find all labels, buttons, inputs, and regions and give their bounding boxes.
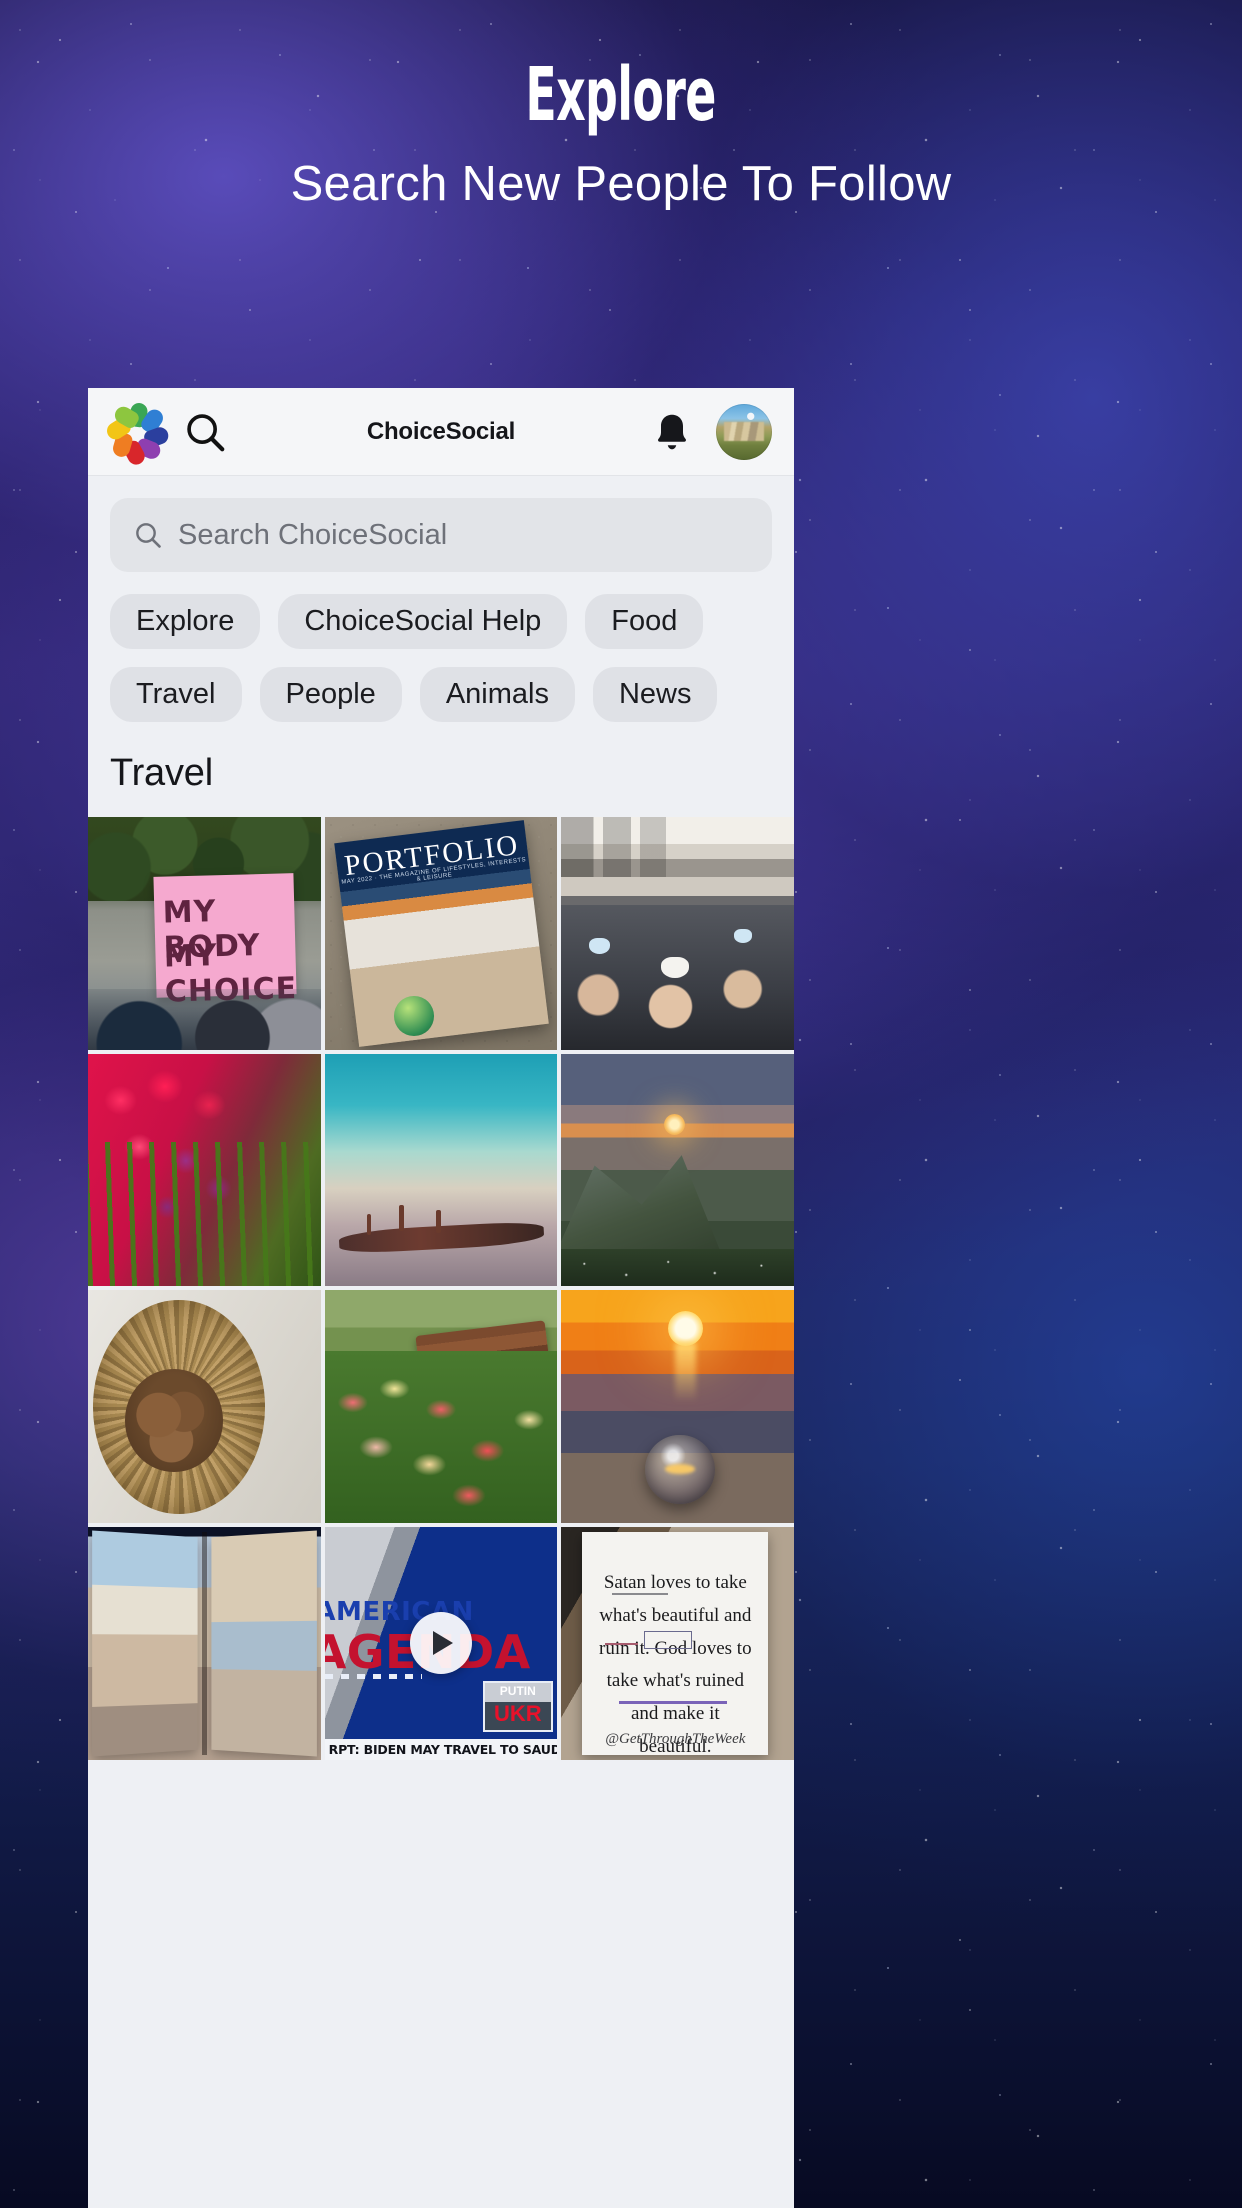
- chyron-text: RPT: BIDEN MAY TRAVEL TO SAUDI ARABIA FO…: [328, 1741, 558, 1757]
- grid-item-park-bench-tulips[interactable]: [324, 1290, 558, 1524]
- cabin-seats: [561, 905, 794, 1050]
- page-title: Explore: [525, 52, 717, 138]
- underline: [619, 1701, 728, 1705]
- chip-travel[interactable]: Travel: [110, 667, 242, 722]
- face-mask: [733, 928, 753, 943]
- search-placeholder: Search ChoiceSocial: [178, 518, 448, 551]
- corner-line-1: PUTIN: [499, 1684, 536, 1699]
- app-screenshot-frame: ChoiceSocial Search ChoiceSocial Explore…: [88, 388, 794, 2208]
- face-mask: [661, 956, 690, 978]
- hero-section: Explore Search New People To Follow: [0, 0, 1242, 212]
- app-header-actions: [650, 403, 772, 460]
- chip-animals[interactable]: Animals: [419, 667, 575, 722]
- quote-handle: @GetThroughTheWeek: [605, 1731, 746, 1748]
- chip-choicesocial-help[interactable]: ChoiceSocial Help: [278, 594, 568, 649]
- driftwood-twig: [366, 1214, 372, 1236]
- grid-item-portfolio-magazine[interactable]: PORTFOLIO MAY 2022 · THE MAGAZINE OF LIF…: [324, 817, 558, 1050]
- bird-chicks: [134, 1383, 214, 1463]
- tulip-stems: [88, 1142, 321, 1287]
- driftwood-twig: [399, 1204, 404, 1231]
- chip-food[interactable]: Food: [585, 594, 704, 649]
- grid-item-red-tulips[interactable]: [88, 1053, 321, 1287]
- white-flowers: [561, 1249, 794, 1287]
- paper-card: Satan loves to take what's beautiful and…: [582, 1531, 769, 1757]
- avatar[interactable]: [716, 403, 772, 460]
- green-ball: [394, 996, 434, 1036]
- bell-icon[interactable]: [650, 410, 694, 454]
- grid-item-magazine-spread[interactable]: [88, 1527, 321, 1760]
- magazine-left-page: [91, 1530, 198, 1757]
- chip-explore[interactable]: Explore: [110, 594, 261, 649]
- overhead-bins: [561, 817, 794, 878]
- search-icon[interactable]: [182, 409, 228, 455]
- highlight-box: [643, 1631, 693, 1649]
- section-title: Travel: [110, 752, 213, 794]
- driftwood-twig: [436, 1209, 441, 1233]
- grid-item-mountain-sunset[interactable]: [561, 1053, 794, 1287]
- title-dots: [324, 1673, 423, 1679]
- corner-line-2: UKR: [493, 1701, 542, 1727]
- search-input[interactable]: Search ChoiceSocial: [110, 498, 772, 572]
- play-icon[interactable]: [409, 1612, 472, 1675]
- magazine-gutter: [202, 1531, 207, 1756]
- grid-item-ocean-sunset-lensball[interactable]: [561, 1290, 794, 1524]
- magazine-cover: PORTFOLIO MAY 2022 · THE MAGAZINE OF LIF…: [333, 820, 549, 1047]
- underline: [612, 1593, 668, 1595]
- category-chip-list: Explore ChoiceSocial Help Food Travel Pe…: [88, 572, 794, 722]
- corner-inset: PUTIN UKR: [482, 1680, 553, 1732]
- app-header-bar: ChoiceSocial: [88, 388, 794, 476]
- sun: [663, 1114, 685, 1136]
- page-subtitle: Search New People To Follow: [290, 157, 952, 211]
- grid-item-protest-sign[interactable]: MY BODY MY CHOICE: [88, 817, 321, 1050]
- crowd: [88, 989, 321, 1050]
- magazine-right-page: [211, 1530, 317, 1757]
- chip-people[interactable]: People: [259, 667, 402, 722]
- protest-sign: MY BODY MY CHOICE: [153, 873, 298, 1010]
- choicesocial-people-logo-icon[interactable]: [103, 401, 171, 468]
- sun-reflection: [675, 1341, 697, 1403]
- underline: [604, 1643, 639, 1645]
- tulip-field: [324, 1350, 558, 1524]
- post-grid: MY BODY MY CHOICE PORTFOLIO MAY 2022 · T…: [88, 817, 794, 1760]
- chip-news[interactable]: News: [592, 667, 718, 722]
- grid-item-teal-sea-driftwood[interactable]: [324, 1053, 558, 1287]
- grid-item-bird-nest[interactable]: [88, 1290, 321, 1524]
- grid-item-news-broadcast-video[interactable]: AMERICAN AGENDA PUTIN UKR RPT: BIDEN MAY…: [324, 1527, 558, 1760]
- grid-item-quote-card[interactable]: Satan loves to take what's beautiful and…: [561, 1527, 794, 1760]
- search-icon: [136, 523, 161, 548]
- search-section: Search ChoiceSocial: [88, 476, 794, 572]
- news-chyron: RPT: BIDEN MAY TRAVEL TO SAUDI ARABIA FO…: [324, 1738, 558, 1760]
- grid-item-airplane-cabin[interactable]: [561, 817, 794, 1050]
- lens-ball: [645, 1434, 715, 1505]
